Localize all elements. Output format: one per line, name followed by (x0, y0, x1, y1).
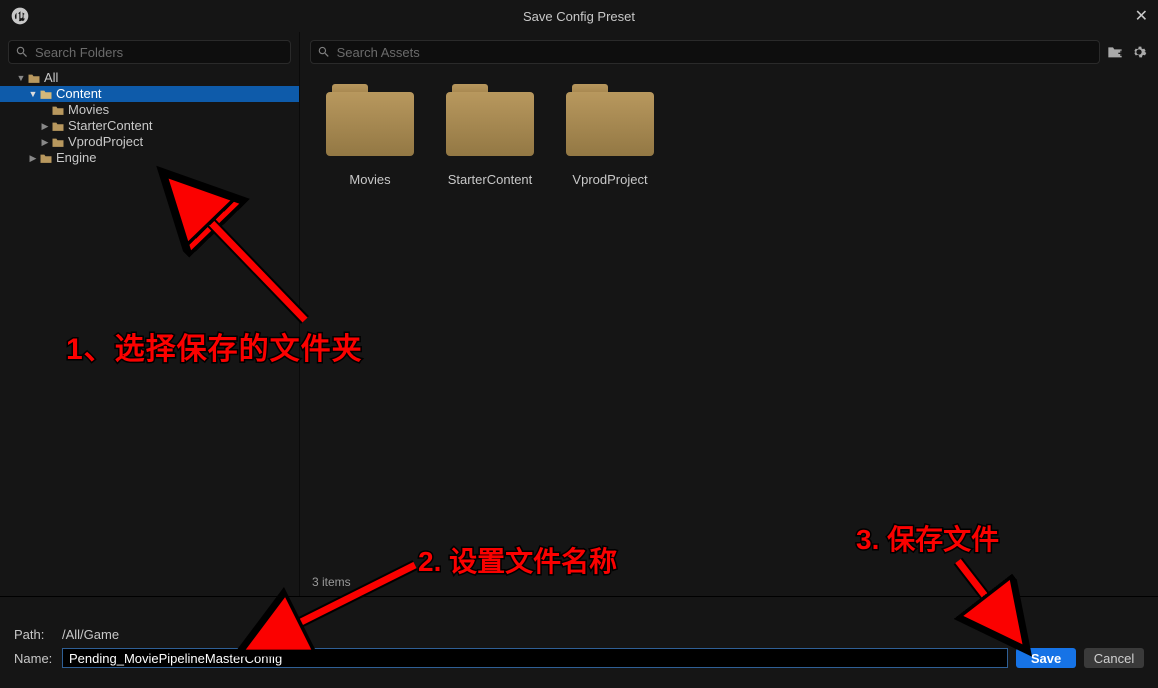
titlebar: Save Config Preset ✕ (0, 0, 1158, 32)
asset-toolbar (310, 40, 1148, 64)
chevron-down-icon: ▼ (16, 73, 26, 83)
asset-label: Movies (349, 172, 390, 187)
search-icon (15, 45, 29, 59)
tree-label: Engine (56, 150, 96, 166)
folder-icon (27, 73, 41, 84)
close-button[interactable]: ✕ (1135, 6, 1148, 26)
folder-icon (39, 153, 53, 164)
annotation-3: 3. 保存文件 (856, 518, 999, 558)
window-title: Save Config Preset (0, 9, 1158, 24)
annotation-1: 1、选择保存的文件夹 (66, 324, 363, 368)
folder-icon (51, 105, 65, 116)
tree-item-all[interactable]: ▼ All (0, 70, 299, 86)
name-input[interactable] (62, 648, 1008, 668)
search-assets[interactable] (310, 40, 1100, 64)
folder-with-plus-icon[interactable] (1106, 43, 1124, 61)
save-button[interactable]: Save (1016, 648, 1076, 668)
asset-label: VprodProject (572, 172, 647, 187)
gear-icon[interactable] (1130, 43, 1148, 61)
tree-label: Movies (68, 102, 109, 118)
tree-item-content[interactable]: ▼ Content (0, 86, 299, 102)
unreal-logo-icon (8, 4, 32, 28)
assets-grid: Movies StarterContent VprodProject (310, 74, 1148, 572)
tree-item-startercontent[interactable]: ▶ StarterContent (0, 118, 299, 134)
search-folders[interactable] (8, 40, 291, 64)
item-count: 3 items (312, 575, 351, 589)
path-label: Path: (14, 627, 62, 642)
folder-open-icon (39, 89, 53, 100)
path-row: Path: /All/Game (14, 623, 1144, 645)
search-folders-input[interactable] (35, 45, 284, 60)
folder-icon (566, 84, 654, 156)
tree-item-vprodproject[interactable]: ▶ VprodProject (0, 134, 299, 150)
tree-label: All (44, 70, 58, 86)
chevron-right-icon: ▶ (40, 137, 50, 148)
tree-label: Content (56, 86, 102, 102)
tree-label: StarterContent (68, 118, 153, 134)
folder-tree-panel: ▼ All ▼ Content Movies ▶ StarterContent … (0, 32, 300, 596)
search-icon (317, 45, 331, 59)
folder-icon (326, 84, 414, 156)
chevron-down-icon: ▼ (28, 89, 38, 99)
bottom-panel: Path: /All/Game Name: Save Cancel (0, 596, 1158, 688)
name-row: Name: Save Cancel (14, 647, 1144, 669)
path-value: /All/Game (62, 627, 119, 642)
folder-icon (446, 84, 534, 156)
asset-folder-vprodproject[interactable]: VprodProject (550, 84, 670, 187)
name-label: Name: (14, 651, 62, 666)
chevron-right-icon: ▶ (28, 153, 38, 164)
main-area: ▼ All ▼ Content Movies ▶ StarterContent … (0, 32, 1158, 596)
asset-folder-movies[interactable]: Movies (310, 84, 430, 187)
chevron-right-icon: ▶ (40, 121, 50, 132)
tree-label: VprodProject (68, 134, 143, 150)
folder-icon (51, 121, 65, 132)
asset-folder-startercontent[interactable]: StarterContent (430, 84, 550, 187)
tree-item-movies[interactable]: Movies (0, 102, 299, 118)
asset-label: StarterContent (448, 172, 533, 187)
asset-browser-panel: Movies StarterContent VprodProject 3 ite… (300, 32, 1158, 596)
search-assets-input[interactable] (337, 45, 1093, 60)
folder-icon (51, 137, 65, 148)
annotation-2: 2. 设置文件名称 (418, 540, 617, 580)
tree-item-engine[interactable]: ▶ Engine (0, 150, 299, 166)
cancel-button[interactable]: Cancel (1084, 648, 1144, 668)
